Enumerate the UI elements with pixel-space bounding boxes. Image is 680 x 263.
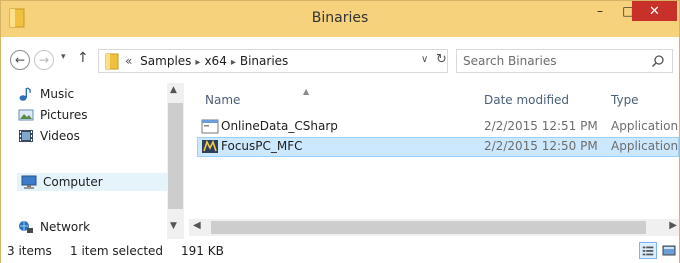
forward-arrow-icon: → <box>38 53 50 67</box>
sidebar-item-music[interactable]: Music <box>18 85 74 103</box>
status-item-count: 3 items <box>7 244 52 258</box>
file-type: Application <box>611 139 679 153</box>
file-date: 2/2/2015 12:50 PM <box>484 139 598 153</box>
window-title: Binaries <box>311 10 369 26</box>
title-bar[interactable]: Binaries – □ ✕ <box>1 1 679 37</box>
explorer-window: Binaries – □ ✕ ← → ▾ ↑ « Samples ▸ x64 ▸ Bin… <box>0 0 680 263</box>
scroll-down-icon[interactable]: ▼ <box>170 221 177 231</box>
pictures-icon <box>18 109 34 121</box>
column-header-label: Name <box>205 93 241 107</box>
scroll-up-icon[interactable]: ▲ <box>170 85 177 95</box>
column-header-label: Type <box>611 93 639 107</box>
details-view-icon[interactable] <box>639 242 657 259</box>
address-bar[interactable]: « Samples ▸ x64 ▸ Binaries ∨ ↻ <box>98 49 448 73</box>
file-name: OnlineData_CSharp <box>221 119 338 133</box>
column-header-type[interactable]: Type <box>611 90 639 110</box>
folder-icon <box>105 53 119 70</box>
sidebar-item-videos[interactable]: Videos <box>18 127 80 145</box>
file-row-focuspc-mfc[interactable]: FocusPC_MFC 2/2/2015 12:50 PM Applicatio… <box>197 137 679 157</box>
file-list: Name ▲ Date modified Type OnlineData_CSh… <box>189 83 679 239</box>
computer-icon <box>21 175 37 189</box>
status-size: 191 KB <box>181 244 224 258</box>
music-icon <box>19 87 31 101</box>
address-dropdown-button[interactable]: ∨ <box>421 54 428 65</box>
file-row-onlinedata-csharp[interactable]: OnlineData_CSharp 2/2/2015 12:51 PM Appl… <box>197 117 679 137</box>
back-button[interactable]: ← <box>10 50 30 70</box>
search-box[interactable] <box>456 49 673 73</box>
sidebar-item-pictures[interactable]: Pictures <box>18 106 88 124</box>
sidebar-item-label: Computer <box>43 175 103 189</box>
breadcrumb-item-samples[interactable]: Samples <box>140 54 191 68</box>
large-icons-view-icon[interactable] <box>661 242 677 259</box>
column-header-date[interactable]: Date modified <box>484 90 569 110</box>
network-icon <box>19 221 33 233</box>
sidebar-item-network[interactable]: Network <box>18 218 90 236</box>
application-icon <box>201 119 219 134</box>
status-bar: 3 items 1 item selected 191 KB <box>1 239 679 263</box>
mfc-app-icon <box>202 139 218 153</box>
forward-button[interactable]: → <box>34 50 54 70</box>
scroll-right-icon[interactable]: ▶ <box>669 220 677 231</box>
breadcrumb-separator-icon[interactable]: ▸ <box>195 57 200 68</box>
navigation-bar: ← → ▾ ↑ « Samples ▸ x64 ▸ Binaries ∨ ↻ <box>1 37 679 83</box>
breadcrumb-separator-icon[interactable]: ▸ <box>231 57 236 68</box>
navigation-pane: Music Pictures Videos Computer Network ▲… <box>1 83 186 239</box>
sidebar-item-label: Pictures <box>40 108 88 122</box>
videos-icon <box>19 130 33 142</box>
horizontal-scrollbar[interactable]: ◀ ▶ <box>189 219 679 236</box>
breadcrumb-overflow-button[interactable]: « <box>125 54 132 68</box>
sidebar-scrollbar-thumb[interactable] <box>168 103 183 209</box>
column-header-label: Date modified <box>484 93 570 107</box>
status-selection: 1 item selected <box>70 244 164 258</box>
file-name: FocusPC_MFC <box>221 139 303 153</box>
sidebar-item-label: Music <box>40 87 75 101</box>
breadcrumb-item-x64[interactable]: x64 <box>204 54 226 68</box>
up-button[interactable]: ↑ <box>77 50 89 66</box>
file-type: Application <box>611 119 679 133</box>
search-input[interactable] <box>463 53 643 69</box>
file-date: 2/2/2015 12:51 PM <box>484 119 598 133</box>
sidebar-item-computer[interactable]: Computer <box>17 173 167 191</box>
column-header-name[interactable]: Name <box>205 90 240 110</box>
sidebar-item-label: Videos <box>40 129 80 143</box>
back-arrow-icon: ← <box>14 53 26 67</box>
breadcrumb: « Samples ▸ x64 ▸ Binaries <box>125 54 288 68</box>
scroll-left-icon[interactable]: ◀ <box>193 220 201 231</box>
sidebar-item-label: Network <box>40 220 91 234</box>
recent-locations-button[interactable]: ▾ <box>61 52 66 62</box>
horizontal-scrollbar-thumb[interactable] <box>211 221 646 234</box>
minimize-button[interactable]: – <box>586 1 614 21</box>
breadcrumb-item-binaries[interactable]: Binaries <box>240 54 288 68</box>
sort-ascending-icon: ▲ <box>303 87 310 96</box>
search-icon[interactable] <box>651 54 665 68</box>
close-button[interactable]: ✕ <box>632 1 677 21</box>
refresh-button[interactable]: ↻ <box>436 52 447 67</box>
